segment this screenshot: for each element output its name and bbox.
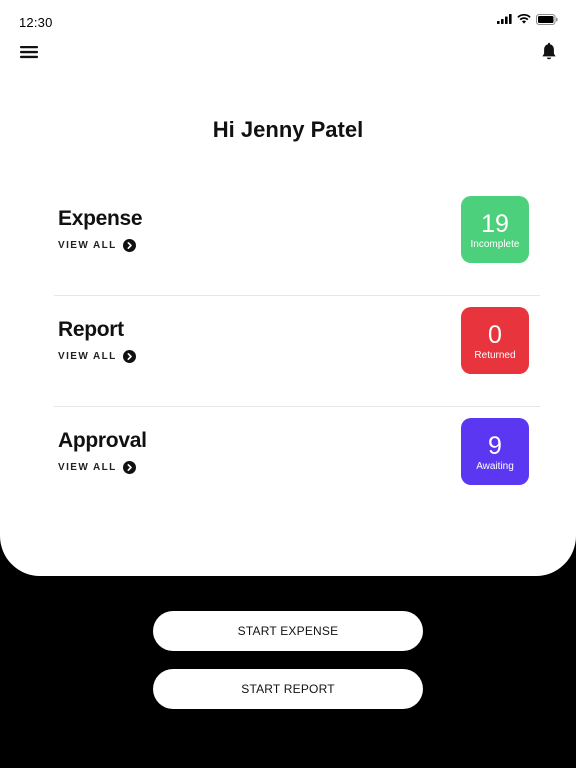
- wifi-icon: [517, 14, 531, 24]
- chevron-right-circle-icon: [122, 461, 136, 474]
- approval-status-label: Awaiting: [476, 461, 514, 472]
- expense-title: Expense: [58, 207, 143, 230]
- report-view-all-link[interactable]: VIEW ALL: [58, 350, 136, 363]
- chevron-right-circle-icon: [122, 350, 136, 363]
- report-status-badge[interactable]: 0 Returned: [461, 307, 529, 374]
- status-time: 12:30: [19, 15, 53, 30]
- report-title: Report: [58, 318, 124, 341]
- start-report-button[interactable]: START REPORT: [153, 669, 423, 709]
- report-row: Report VIEW ALL 0 Returned: [54, 296, 540, 407]
- hamburger-menu-icon[interactable]: [18, 42, 40, 62]
- signal-icon: [497, 14, 512, 24]
- main-card: 12:30 Hi Jenny Patel Expense VIEW ALL 19…: [0, 0, 576, 576]
- report-count: 0: [488, 321, 502, 349]
- status-bar: 12:30: [0, 0, 576, 40]
- expense-view-all-link[interactable]: VIEW ALL: [58, 239, 136, 252]
- approval-count: 9: [488, 432, 502, 460]
- view-all-label: VIEW ALL: [58, 240, 117, 251]
- view-all-label: VIEW ALL: [58, 462, 117, 473]
- approval-row: Approval VIEW ALL 9 Awaiting: [54, 407, 540, 518]
- greeting-title: Hi Jenny Patel: [212, 117, 364, 142]
- chevron-right-circle-icon: [122, 239, 136, 252]
- expense-count: 19: [481, 210, 509, 238]
- start-expense-button[interactable]: START EXPENSE: [153, 611, 423, 651]
- expense-status-badge[interactable]: 19 Incomplete: [461, 196, 529, 263]
- approval-status-badge[interactable]: 9 Awaiting: [461, 418, 529, 485]
- battery-icon: [536, 13, 558, 25]
- approval-view-all-link[interactable]: VIEW ALL: [58, 461, 136, 474]
- bell-icon[interactable]: [540, 42, 558, 62]
- view-all-label: VIEW ALL: [58, 351, 117, 362]
- expense-row: Expense VIEW ALL 19 Incomplete: [54, 185, 540, 296]
- expense-status-label: Incomplete: [470, 239, 520, 250]
- approval-title: Approval: [58, 429, 147, 452]
- status-icons: [497, 12, 558, 26]
- report-status-label: Returned: [474, 350, 516, 361]
